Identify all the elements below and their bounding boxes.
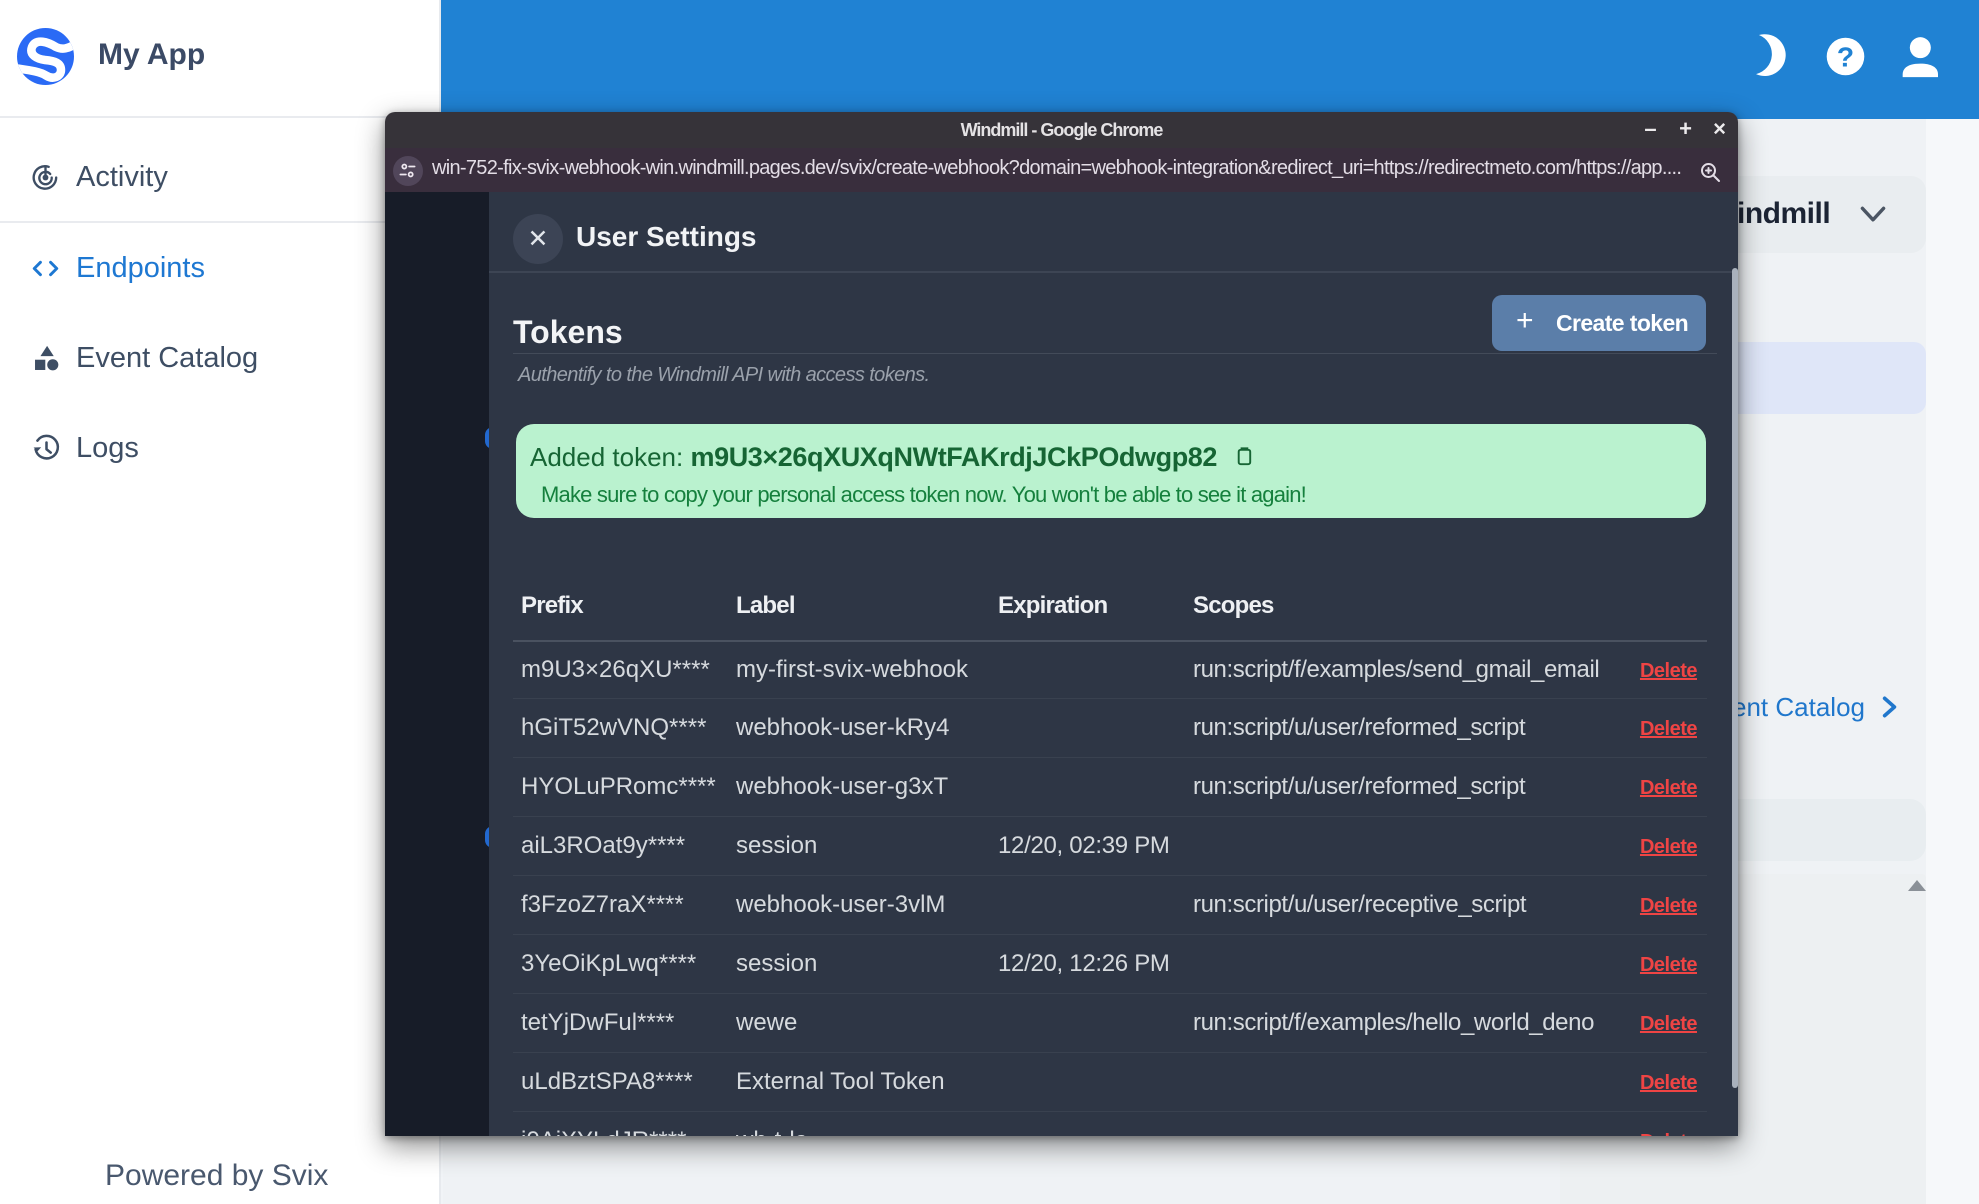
- svg-text:?: ?: [1837, 40, 1854, 72]
